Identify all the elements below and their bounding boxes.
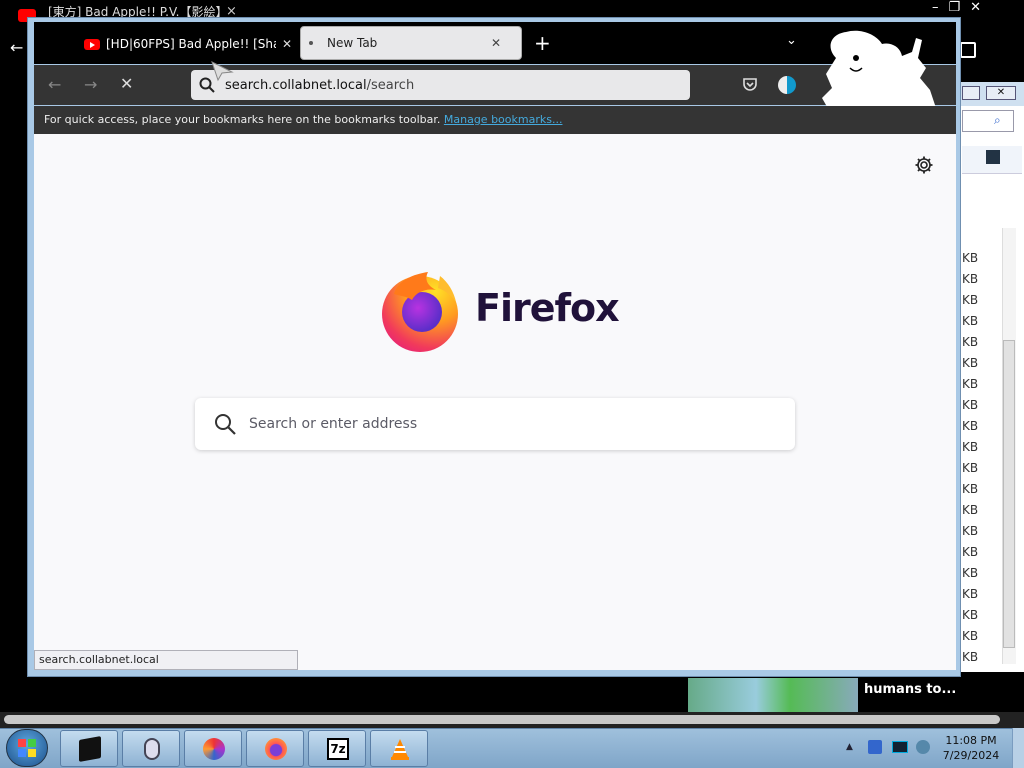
file-size-unit: KB (962, 314, 979, 328)
video-thumbnail[interactable] (688, 678, 858, 712)
file-size-column: KB KB KB KB KB KB KB KB KB KB KB KB KB KB KB KB KB KB KB KB (962, 248, 982, 668)
background-left-strip (0, 68, 28, 716)
video-title[interactable]: humans to... (864, 682, 956, 697)
file-size-unit: KB (962, 377, 979, 391)
url-text: search.collabnet.local/search (225, 78, 414, 93)
tab-loading-icon (309, 41, 313, 45)
file-size-unit: KB (962, 566, 979, 580)
stop-button[interactable]: ✕ (120, 74, 133, 93)
bookmarks-toolbar: For quick access, place your bookmarks h… (34, 106, 956, 134)
background-square-icon[interactable] (960, 42, 976, 58)
explorer-scrollbar-thumb[interactable] (1003, 340, 1015, 648)
thunderbird-icon (203, 738, 225, 760)
explorer-maximize-button[interactable] (962, 86, 980, 100)
vlc-icon (391, 739, 409, 760)
file-size-unit: KB (962, 440, 979, 454)
pocket-icon[interactable] (742, 76, 758, 92)
explorer-search-input[interactable] (962, 110, 1014, 132)
account-icon[interactable] (778, 76, 796, 94)
firefox-wordmark: Firefox (475, 286, 620, 330)
taskbar-mouse[interactable] (122, 730, 180, 767)
search-input[interactable]: Search or enter address (195, 398, 795, 450)
search-icon (215, 414, 236, 435)
tab-close-icon[interactable]: ✕ (491, 36, 501, 50)
windows-logo-icon (18, 739, 36, 757)
bookmarks-message: For quick access, place your bookmarks h… (44, 113, 441, 126)
list-all-tabs-button[interactable]: ⌄ (786, 33, 797, 48)
url-host: search.collabnet.local (225, 77, 367, 93)
mouse-cursor-icon (211, 61, 234, 82)
new-tab-button[interactable]: + (534, 31, 551, 55)
show-desktop-button[interactable] (1012, 728, 1024, 768)
minimize-icon[interactable]: – (932, 0, 939, 18)
tab-new-tab[interactable]: New Tab ✕ (300, 26, 522, 60)
search-placeholder: Search or enter address (249, 416, 418, 432)
terminal-icon (79, 736, 101, 762)
close-icon[interactable]: ✕ (970, 0, 981, 18)
taskbar-terminal[interactable] (60, 730, 118, 767)
firefox-icon (265, 738, 287, 760)
tab-label: New Tab (327, 36, 378, 50)
mouse-icon (144, 738, 160, 760)
background-window-controls: – ❐ ✕ (924, 0, 1024, 18)
taskbar-firefox[interactable] (246, 730, 304, 767)
background-back-icon[interactable]: ← (10, 38, 23, 57)
volume-icon[interactable] (916, 740, 930, 754)
taskbar-vlc[interactable] (370, 730, 428, 767)
show-hidden-icons-button[interactable]: ▲ (846, 742, 853, 752)
back-button[interactable]: ← (48, 75, 61, 94)
file-size-unit: KB (962, 419, 979, 433)
file-size-unit: KB (962, 335, 979, 349)
manage-bookmarks-link[interactable]: Manage bookmarks... (444, 113, 563, 126)
forward-button[interactable]: → (84, 75, 97, 94)
taskbar-7zip[interactable]: 7z (308, 730, 366, 767)
clock[interactable]: 11:08 PM 7/29/2024 (940, 733, 1002, 763)
taskbar-thunderbird[interactable] (184, 730, 242, 767)
file-size-unit: KB (962, 650, 979, 664)
view-icon[interactable] (986, 150, 1000, 164)
file-size-unit: KB (962, 272, 979, 286)
file-size-unit: KB (962, 461, 979, 475)
start-button[interactable] (6, 729, 48, 767)
file-size-unit: KB (962, 398, 979, 412)
url-bar[interactable]: search.collabnet.local/search (191, 70, 690, 100)
file-size-unit: KB (962, 482, 979, 496)
tab-label: [HD|60FPS] Bad Apple!! [Shadow (106, 37, 276, 51)
horizontal-scrollbar-thumb[interactable] (4, 715, 1000, 724)
gear-icon[interactable] (914, 155, 934, 175)
file-size-unit: KB (962, 629, 979, 643)
file-size-unit: KB (962, 251, 979, 265)
clock-date: 7/29/2024 (942, 749, 1000, 762)
firefox-logo-icon (382, 272, 458, 352)
status-tooltip: search.collabnet.local (34, 650, 298, 670)
file-size-unit: KB (962, 356, 979, 370)
explorer-close-button[interactable]: ✕ (986, 86, 1016, 100)
clock-time: 11:08 PM (945, 734, 997, 747)
file-size-unit: KB (962, 503, 979, 517)
tab-close-icon[interactable]: ✕ (282, 37, 292, 51)
file-size-unit: KB (962, 587, 979, 601)
tray-app-icon[interactable] (868, 740, 882, 754)
youtube-icon (84, 38, 100, 50)
search-icon[interactable]: ⌕ (994, 113, 1001, 128)
file-size-unit: KB (962, 545, 979, 559)
file-size-unit: KB (962, 524, 979, 538)
network-icon[interactable] (892, 741, 908, 753)
restore-icon[interactable]: ❐ (949, 0, 961, 18)
url-path: /search (366, 77, 415, 93)
tab-bad-apple[interactable]: [HD|60FPS] Bad Apple!! [Shadow ✕ (76, 28, 294, 60)
file-size-unit: KB (962, 293, 979, 307)
7zip-icon: 7z (327, 738, 349, 760)
file-size-unit: KB (962, 608, 979, 622)
